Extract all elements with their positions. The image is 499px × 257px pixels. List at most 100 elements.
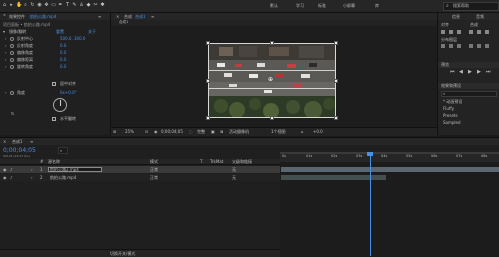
align-to-dropdown[interactable]: 合成 xyxy=(470,23,478,27)
workspace-small[interactable]: 小屏幕 xyxy=(343,4,355,8)
stopwatch-icon[interactable] xyxy=(10,65,14,69)
anchor-point-icon[interactable]: ⊕ xyxy=(268,77,273,83)
distribute-icon[interactable] xyxy=(449,44,453,48)
layer-mode[interactable]: 正常 xyxy=(150,167,158,172)
comp-menu-icon[interactable]: ≡ xyxy=(151,14,154,19)
effects-tree-item[interactable]: Fluffy xyxy=(443,107,454,111)
twirl-icon[interactable]: › xyxy=(31,167,33,172)
layer-name-field[interactable]: 航拍公路2.mp4 xyxy=(48,167,102,172)
comp-timecode[interactable]: 0;00;04;05 xyxy=(161,130,183,134)
twirl-icon[interactable]: › xyxy=(5,44,7,48)
camera-dropdown[interactable]: 活动摄像机 xyxy=(229,130,249,134)
zoom-dropdown[interactable]: 25% xyxy=(125,130,134,134)
distribute-icon[interactable] xyxy=(477,44,481,48)
distribute-icon[interactable] xyxy=(457,44,461,48)
quality-dropdown[interactable]: 完整 xyxy=(197,130,205,134)
layer-row-1[interactable]: ◉ ♪ › 1 航拍公路2.mp4 正常 无 xyxy=(0,166,280,173)
workspace-library[interactable]: 库 xyxy=(375,4,379,8)
twirl-icon[interactable]: › xyxy=(5,37,7,41)
brush-tool-icon[interactable]: ✎ xyxy=(72,3,77,8)
effects-tree-item[interactable]: Sampled xyxy=(443,121,461,125)
layer-parent[interactable]: 无 xyxy=(232,175,236,180)
property-value[interactable]: 0.0 xyxy=(60,44,66,48)
render-icon[interactable]: ⌂ xyxy=(301,130,304,134)
transform-handle[interactable] xyxy=(270,116,274,120)
grid-icon[interactable]: ⊡ xyxy=(145,130,148,134)
eye-icon[interactable]: ◉ xyxy=(3,175,7,180)
audio-icon[interactable]: ♪ xyxy=(10,167,13,172)
transform-handle[interactable] xyxy=(206,79,210,83)
audio-tab[interactable]: 音频 xyxy=(476,14,484,19)
workspace-learn[interactable]: 学习 xyxy=(296,4,304,8)
align-left-icon[interactable] xyxy=(441,30,445,34)
close-icon[interactable]: × xyxy=(116,14,119,19)
audio-icon[interactable]: ♪ xyxy=(10,175,13,180)
panel-menu-icon[interactable]: ≡ xyxy=(98,14,101,19)
about-link[interactable]: 关于 xyxy=(88,30,96,34)
eye-icon[interactable]: ◉ xyxy=(3,167,7,172)
layer-mode[interactable]: 正常 xyxy=(150,175,158,180)
layer-bar-1[interactable] xyxy=(281,167,499,172)
stopwatch-icon[interactable] xyxy=(10,37,14,41)
rotate-tool-icon[interactable]: ↻ xyxy=(30,3,35,8)
playhead-handle[interactable] xyxy=(367,152,373,156)
comp-tab-name[interactable]: 合成1 xyxy=(135,14,146,19)
stopwatch-icon[interactable] xyxy=(10,91,14,95)
camera-snap-icon[interactable]: ◉ xyxy=(154,130,158,134)
twirl-icon[interactable]: › xyxy=(5,91,7,95)
twirl-icon[interactable]: › xyxy=(5,65,7,69)
exposure-value[interactable]: +0.0 xyxy=(313,130,323,134)
panel-menu-icon[interactable]: ≡ xyxy=(30,139,33,144)
property-value[interactable]: 0.0 xyxy=(60,58,66,62)
distribute-icon[interactable] xyxy=(485,44,489,48)
property-value[interactable]: 0.0 xyxy=(60,51,66,55)
stamp-tool-icon[interactable]: ♙ xyxy=(79,3,84,8)
home-icon[interactable]: ⌂ xyxy=(2,3,7,8)
roto-tool-icon[interactable]: ✂ xyxy=(93,3,98,8)
layer-row-2[interactable]: ◉ ♪ › 2 航拍公路.mp4 正常 无 xyxy=(0,174,280,181)
angle-value[interactable]: 0x+0.0° xyxy=(60,91,77,95)
align-vcenter-icon[interactable] xyxy=(477,30,481,34)
transform-handle[interactable] xyxy=(334,79,338,83)
stopwatch-icon[interactable] xyxy=(10,44,14,48)
select-tool-icon[interactable]: ▸ xyxy=(9,3,14,8)
prev-frame-icon[interactable]: ◀ xyxy=(459,70,463,75)
property-value[interactable]: 500.0, 300.0 xyxy=(60,37,85,41)
rect-tool-icon[interactable]: ▭ xyxy=(51,3,56,8)
stopwatch-icon[interactable] xyxy=(10,51,14,55)
effects-tree-item[interactable]: * 动画预设 xyxy=(443,100,462,104)
hand-tool-icon[interactable]: ✋ xyxy=(16,3,22,8)
flip-checkbox[interactable] xyxy=(52,117,56,121)
timeline-tab[interactable]: 合成1 xyxy=(12,139,23,144)
always-preview-icon[interactable]: ⊞ xyxy=(113,130,116,134)
transform-handle[interactable] xyxy=(334,116,338,120)
transform-handle[interactable] xyxy=(270,41,274,45)
distribute-icon[interactable] xyxy=(469,44,473,48)
effect-tab-file[interactable]: 航拍公路.mp4 xyxy=(30,14,56,19)
transform-handle[interactable] xyxy=(334,41,338,45)
eraser-tool-icon[interactable]: ◆ xyxy=(86,3,91,8)
time-ruler[interactable]: 0s 01s 02s 03s 04s 05s 06s 07s 08s xyxy=(280,152,499,162)
twirl-icon[interactable]: › xyxy=(5,51,7,55)
snapshot-icon[interactable]: ◌ xyxy=(189,130,193,134)
workspace-standard[interactable]: 标准 xyxy=(318,4,326,8)
align-hcenter-icon[interactable] xyxy=(449,30,453,34)
effects-search-input[interactable]: ⌕ xyxy=(441,91,497,97)
close-icon[interactable]: × xyxy=(3,139,6,144)
effects-tree-item[interactable]: Presets xyxy=(443,114,458,118)
distribute-icon[interactable] xyxy=(441,44,445,48)
layer-parent[interactable]: 无 xyxy=(232,167,236,172)
align-right-icon[interactable] xyxy=(457,30,461,34)
work-area-bar[interactable] xyxy=(280,152,499,154)
first-frame-icon[interactable]: ⏮ xyxy=(450,70,455,75)
layer-name[interactable]: 航拍公路.mp4 xyxy=(50,175,76,180)
pan-tool-icon[interactable]: ✥ xyxy=(44,3,49,8)
region-icon[interactable]: ▣ xyxy=(211,130,215,134)
playhead[interactable] xyxy=(370,152,371,256)
alpha-icon[interactable]: ⊠ xyxy=(220,130,223,134)
help-search-box[interactable]: ⌕ 搜索帮助 xyxy=(443,2,499,11)
zoom-tool-icon[interactable]: ⌕ xyxy=(23,3,28,8)
comp-tab-label[interactable]: 合成 xyxy=(124,14,132,19)
stopwatch-icon[interactable] xyxy=(10,58,14,62)
puppet-tool-icon[interactable]: ✱ xyxy=(100,3,105,8)
